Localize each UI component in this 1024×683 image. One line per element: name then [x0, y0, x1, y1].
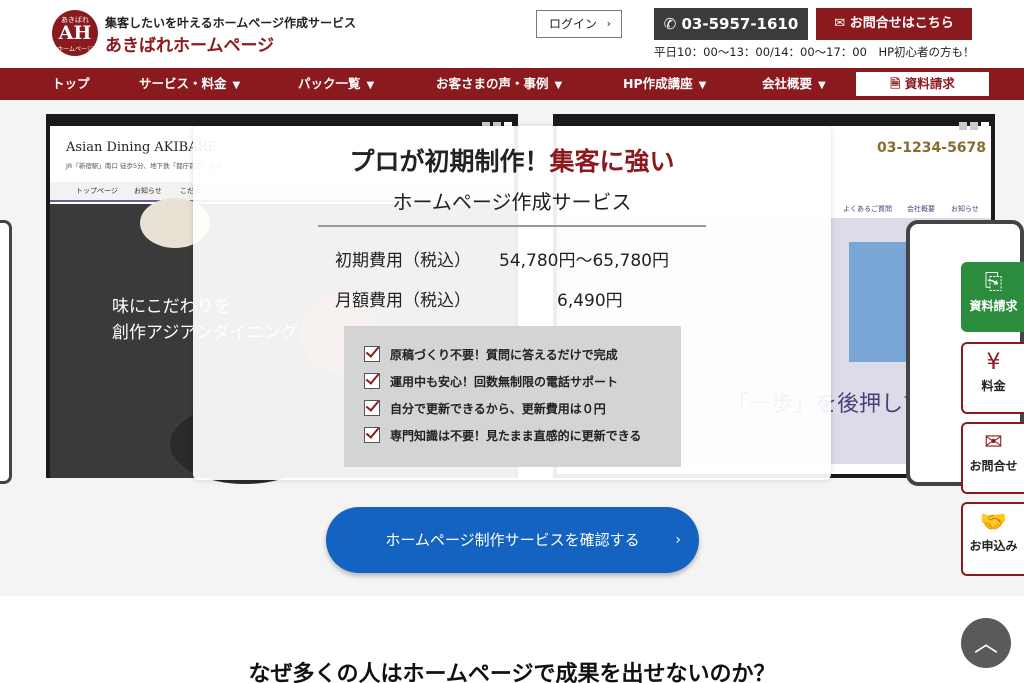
price-value: 54,780円～65,780円: [499, 251, 669, 271]
phone-icon: ✆: [663, 15, 682, 33]
chevron-down-icon: ▼: [366, 80, 375, 91]
nav-label: HP作成講座: [623, 76, 693, 91]
feature-text: 自分で更新できるから、更新費用は０円: [390, 402, 606, 416]
checkbox-icon: [364, 427, 380, 443]
side-doc-label: 資料請求: [969, 299, 1018, 313]
price-value: 6,490円: [557, 291, 623, 311]
hero-section: Asian Dining AKIBARE JR「新宿駅」南口 徒歩5分、地下鉄「…: [0, 100, 1024, 596]
monthly-price-row: 月額費用（税込） 6,490円: [335, 286, 623, 311]
checkbox-icon: [364, 346, 380, 362]
nav-item-service[interactable]: サービス・料金 ▼: [139, 68, 240, 100]
initial-price-row: 初期費用（税込） 54,780円～65,780円: [335, 246, 669, 271]
feature-item: 運用中も安心！回数無制限の電話サポート: [364, 370, 618, 390]
chevron-down-icon: ▼: [698, 80, 707, 91]
feature-text: 専門知識は不要！見たまま直感的に更新できる: [390, 429, 642, 443]
phone-button[interactable]: ✆ 03-5957-1610: [654, 8, 808, 40]
nav-label: お客さまの声・事例: [436, 76, 549, 91]
mail-icon: ✉: [834, 16, 850, 31]
phone-mockup-left: [0, 220, 12, 484]
handshake-icon: 🤝: [979, 510, 1008, 535]
side-price-label: 料金: [981, 379, 1006, 393]
document-icon: 🗎: [890, 76, 905, 91]
doc-request-label: 資料請求: [904, 76, 955, 91]
mock-nav-item: 会社概要: [907, 205, 935, 213]
chevron-down-icon: ▼: [232, 80, 241, 91]
service-summary-card: プロが初期制作！集客に強い ホームページ作成サービス 初期費用（税込） 54,7…: [193, 126, 831, 480]
brand-name[interactable]: あきばれホームページ: [105, 31, 274, 56]
chevron-right-icon: ›: [675, 532, 681, 548]
nav-label: サービス・料金: [139, 76, 227, 91]
headline-highlight: 集客に強い: [549, 147, 675, 176]
nav-item-course[interactable]: HP作成講座 ▼: [623, 68, 706, 100]
phone-number: 03-5957-1610: [681, 15, 799, 33]
brand-tagline: 集客したいを叶えるホームページ作成サービス: [105, 16, 357, 30]
feature-text: 運用中も安心！回数無制限の電話サポート: [390, 375, 619, 389]
contact-label: お問合せはこちら: [849, 16, 954, 31]
side-apply-label: お申込み: [969, 539, 1018, 553]
logo-bottom-text: ホームページ: [57, 46, 93, 53]
nav-item-company[interactable]: 会社概要 ▼: [762, 68, 826, 100]
nav-item-top[interactable]: トップ: [52, 68, 90, 100]
document-download-icon: ⎘: [984, 270, 1003, 295]
feature-item: 専門知識は不要！見たまま直感的に更新できる: [364, 424, 641, 444]
mock-nav-item: お知らせ: [951, 205, 979, 213]
chevron-right-icon: ›: [606, 17, 611, 30]
business-hours: 平日10：00～13：00/14：00～17：00 HP初心者の方も！: [654, 45, 975, 59]
feature-item: 自分で更新できるから、更新費用は０円: [364, 397, 606, 417]
side-contact-button[interactable]: ✉ お問合せ: [961, 422, 1024, 494]
scroll-to-top-button[interactable]: ︿: [961, 618, 1011, 668]
window-controls: [479, 115, 512, 130]
nav-item-packs[interactable]: パック一覧 ▼: [298, 68, 374, 100]
contact-button[interactable]: ✉ お問合せはこちら: [816, 8, 972, 40]
mock-nav-item: トップページ: [76, 187, 118, 195]
doc-request-button[interactable]: 🗎 資料請求: [856, 72, 989, 96]
section-heading: なぜ多くの人はホームページで成果を出せないのか？: [248, 662, 776, 683]
feature-list: 原稿づくり不要！質問に答えるだけで完成 運用中も安心！回数無制限の電話サポート …: [344, 326, 681, 467]
side-apply-button[interactable]: 🤝 お申込み: [961, 502, 1024, 576]
side-price-button[interactable]: ¥ 料金: [961, 342, 1024, 414]
login-label: ログイン: [549, 17, 598, 31]
checkbox-icon: [364, 373, 380, 389]
nav-label: パック一覧: [298, 76, 361, 91]
price-label: 初期費用（税込）: [335, 251, 471, 271]
side-contact-label: お問合せ: [969, 459, 1018, 473]
site-logo[interactable]: あきばれ AH ホームページ: [52, 10, 98, 56]
mock-phone-number: 03-1234-5678: [877, 140, 987, 156]
service-cta-button[interactable]: ホームページ制作サービスを確認する ›: [326, 507, 699, 573]
envelope-icon: ✉: [984, 430, 1003, 455]
price-label: 月額費用（税込）: [335, 291, 471, 311]
nav-item-voices[interactable]: お客さまの声・事例 ▼: [436, 68, 562, 100]
login-button[interactable]: ログイン ›: [536, 10, 622, 38]
card-subtitle: ホームページ作成サービス: [392, 190, 632, 214]
chevron-up-icon: ︿: [974, 629, 998, 657]
chevron-down-icon: ▼: [818, 80, 826, 91]
side-doc-request-button[interactable]: ⎘ 資料請求: [961, 262, 1024, 332]
nav-label: トップ: [52, 76, 90, 91]
headline-part: プロが初期制作！: [349, 147, 550, 176]
cta-label: ホームページ制作サービスを確認する: [385, 531, 640, 549]
window-controls: [956, 115, 989, 130]
mock-nav-item: よくあるご質問: [843, 205, 892, 213]
site-header: あきばれ AH ホームページ 集客したいを叶えるホームページ作成サービス あきば…: [0, 0, 1024, 68]
chevron-down-icon: ▼: [554, 80, 563, 91]
logo-mark: AH: [58, 22, 92, 44]
card-divider: [318, 225, 706, 227]
yen-icon: ¥: [986, 350, 1001, 375]
feature-text: 原稿づくり不要！質問に答えるだけで完成: [390, 348, 618, 362]
feature-item: 原稿づくり不要！質問に答えるだけで完成: [364, 343, 618, 363]
card-headline: プロが初期制作！集客に強い: [193, 142, 831, 178]
nav-label: 会社概要: [762, 76, 813, 91]
checkbox-icon: [364, 400, 380, 416]
mock-nav-item: お知らせ: [134, 187, 162, 195]
